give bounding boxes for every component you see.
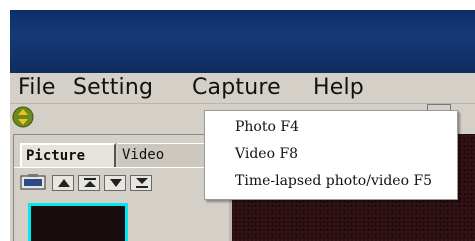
up-button[interactable] xyxy=(52,175,74,191)
title-bar xyxy=(10,10,475,73)
tab-video[interactable]: Video xyxy=(118,143,208,167)
menu-bar: File Setting Capture Help xyxy=(10,73,475,104)
menu-item-video[interactable]: Video F8 xyxy=(235,146,298,162)
picture-panel: Picture Video xyxy=(13,134,231,241)
last-icon xyxy=(136,178,148,188)
top-button[interactable] xyxy=(78,175,100,191)
menu-item-time-lapsed[interactable]: Time-lapsed photo/video F5 xyxy=(235,173,432,189)
triangle-up-icon xyxy=(58,179,70,187)
down-button[interactable] xyxy=(104,175,126,191)
connect-icon[interactable] xyxy=(12,106,34,128)
app-window: File Setting Capture Help Picture Video xyxy=(10,10,475,241)
tab-picture[interactable]: Picture xyxy=(20,143,116,167)
sd-card-icon[interactable] xyxy=(20,173,46,191)
bottom-button[interactable] xyxy=(130,175,152,191)
menu-file[interactable]: File xyxy=(18,75,56,100)
capture-dropdown-menu: Photo F4 Video F8 Time-lapsed photo/vide… xyxy=(204,110,458,200)
menu-item-photo[interactable]: Photo F4 xyxy=(235,119,299,135)
tab-divider xyxy=(14,167,230,168)
menu-capture[interactable]: Capture xyxy=(192,75,281,100)
first-icon xyxy=(84,178,96,187)
menu-help[interactable]: Help xyxy=(313,75,364,100)
thumbnail-selected[interactable] xyxy=(28,203,128,241)
menu-setting[interactable]: Setting xyxy=(73,75,153,100)
triangle-down-icon xyxy=(110,179,122,187)
